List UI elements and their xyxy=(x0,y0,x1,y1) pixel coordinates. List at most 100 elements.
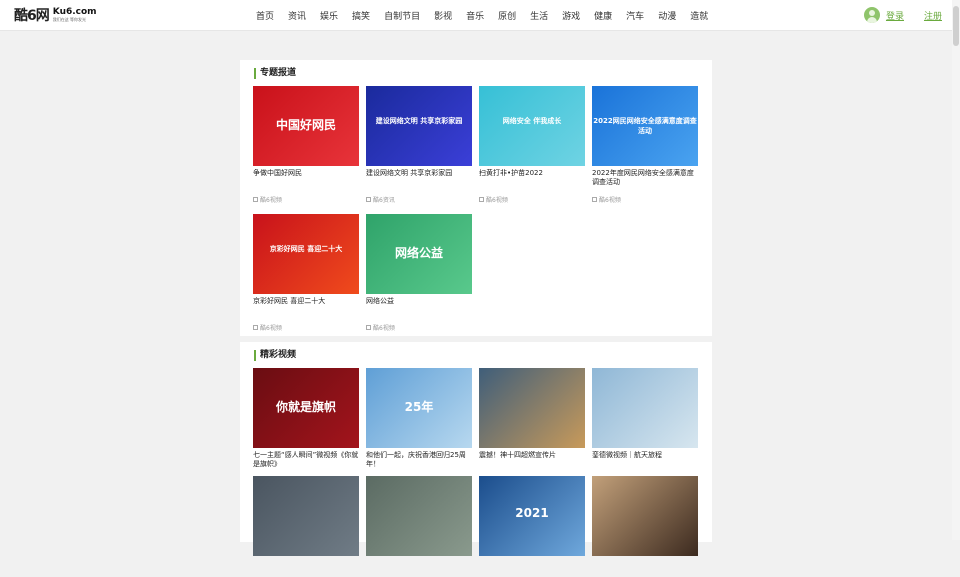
videos-panel: 精彩视频 你就是旗帜七一主题“感人瞬间”微视频《你就是旗帜》ku625年和他们一… xyxy=(240,342,712,556)
section-title-videos: 精彩视频 xyxy=(254,350,296,361)
topics-card[interactable]: 网络公益 网络公益 酷6视频 xyxy=(366,214,472,332)
thumbnail-caption: 2021 xyxy=(515,506,549,520)
card-meta: 酷6视频 xyxy=(253,195,282,204)
videos-card[interactable]: 你就是旗帜七一主题“感人瞬间”微视频《你就是旗帜》ku6 xyxy=(253,368,359,484)
card-title[interactable]: 七一主题“感人瞬间”微视频《你就是旗帜》 xyxy=(253,451,359,469)
nav-item[interactable]: 音乐 xyxy=(466,9,484,22)
logo-domain: Ku6.com xyxy=(52,7,97,17)
nav-item[interactable]: 汽车 xyxy=(626,9,644,22)
card-meta: 酷6视频 xyxy=(592,195,621,204)
logo-text: Ku6.com 我们在这 等你发光 xyxy=(53,8,97,22)
thumbnail-caption: 你就是旗帜 xyxy=(275,400,336,414)
thumbnail-caption: 25年 xyxy=(404,400,434,414)
login-link[interactable]: 登录 xyxy=(886,9,904,22)
topics-card[interactable]: 2022网民网络安全感满意度调查活动 2022年度网民网络安全感满意度调查活动酷6… xyxy=(592,86,698,204)
thumbnail-image[interactable]: 2022网民网络安全感满意度调查活动 xyxy=(592,86,698,166)
topics-card[interactable]: 建设网络文明 共享京彩家园 建设网络文明 共享京彩家园 酷6资讯 xyxy=(366,86,472,204)
main-nav: 首页 资讯 娱乐 搞笑 自制节目 影视 音乐 原创 生活 游戏 健康 汽车 动漫 造就 xyxy=(256,0,722,30)
nav-item[interactable]: 自制节目 xyxy=(384,9,420,22)
thumbnail-image[interactable]: 你就是旗帜 xyxy=(253,368,359,448)
play-count-icon xyxy=(479,197,484,202)
thumbnail-image[interactable]: 中国好网民 xyxy=(253,86,359,166)
card-title[interactable]: 和他们一起，庆祝香港回归25周年！ xyxy=(366,451,472,469)
card-title[interactable]: 2022年度网民网络安全感满意度调查活动 xyxy=(592,169,698,187)
card-meta-text: 酷6视频 xyxy=(599,197,621,204)
topics-card[interactable]: 网络安全 伴我成长扫黄打非•护苗2022 酷6视频 xyxy=(479,86,585,204)
site-logo[interactable]: 酷6网 Ku6.com 我们在这 等你发光 xyxy=(14,6,97,25)
top-navigation-bar: 酷6网 Ku6.com 我们在这 等你发光 首页 资讯 娱乐 搞笑 自制节目 影视 音乐 原创… xyxy=(0,0,960,31)
nav-item[interactable]: 资讯 xyxy=(288,9,306,22)
card-title[interactable]: 网络公益 xyxy=(366,297,472,315)
play-count-icon xyxy=(253,325,258,330)
nav-item[interactable]: 搞笑 xyxy=(352,9,370,22)
card-meta-text: 酷6视频 xyxy=(260,197,282,204)
play-count-icon xyxy=(592,197,597,202)
card-meta-text: 酷6资讯 xyxy=(373,197,395,204)
nav-item[interactable]: 原创 xyxy=(498,9,516,22)
videos-card[interactable] xyxy=(366,476,472,577)
section-title-topics: 专题报道 xyxy=(254,68,296,79)
card-title[interactable] xyxy=(253,559,359,577)
card-title[interactable]: 争做中国好网民 xyxy=(253,169,359,187)
thumbnail-caption: 建设网络文明 共享京彩家园 xyxy=(375,117,463,125)
card-title[interactable]: 震撼！神十四超燃宣传片 xyxy=(479,451,585,469)
logo-mark: 酷6网 xyxy=(14,8,50,24)
thumbnail-image[interactable]: 网络安全 伴我成长 xyxy=(479,86,585,166)
thumbnail-image[interactable] xyxy=(592,476,698,556)
nav-item[interactable]: 动漫 xyxy=(658,9,676,22)
card-title[interactable]: 建设网络文明 共享京彩家园 xyxy=(366,169,472,187)
thumbnail-image[interactable] xyxy=(592,368,698,448)
play-count-icon xyxy=(366,325,371,330)
play-count-icon xyxy=(366,197,371,202)
topics-card[interactable]: 中国好网民争做中国好网民酷6视频 xyxy=(253,86,359,204)
nav-item[interactable]: 影视 xyxy=(434,9,452,22)
thumbnail-image[interactable]: 25年 xyxy=(366,368,472,448)
nav-item[interactable]: 生活 xyxy=(530,9,548,22)
nav-item[interactable]: 首页 xyxy=(256,9,274,22)
card-meta: 酷6资讯 xyxy=(366,195,395,204)
nav-item[interactable]: 健康 xyxy=(594,9,612,22)
user-area: 登录 注册 xyxy=(863,0,942,30)
videos-card[interactable]: 震撼！神十四超燃宣传片ku6 xyxy=(479,368,585,484)
thumbnail-caption: 网络安全 伴我成长 xyxy=(502,117,562,125)
register-link[interactable]: 注册 xyxy=(924,9,942,22)
nav-item[interactable]: 娱乐 xyxy=(320,9,338,22)
card-meta: 酷6视频 xyxy=(366,323,395,332)
thumbnail-image[interactable]: 京彩好网民 喜迎二十大 xyxy=(253,214,359,294)
play-count-icon xyxy=(253,197,258,202)
logo-slogan: 我们在这 等你发光 xyxy=(52,17,87,22)
card-meta-text: 酷6视频 xyxy=(486,197,508,204)
thumbnail-image[interactable] xyxy=(366,476,472,556)
topics-card[interactable]: 京彩好网民 喜迎二十大 京彩好网民 喜迎二十大 酷6视频 xyxy=(253,214,359,332)
thumbnail-image[interactable]: 建设网络文明 共享京彩家园 xyxy=(366,86,472,166)
thumbnail-caption: 2022网民网络安全感满意度调查活动 xyxy=(593,117,697,135)
videos-card[interactable]: 銮德微视频｜航天旅程ku6 xyxy=(592,368,698,484)
thumbnail-caption: 京彩好网民 喜迎二十大 xyxy=(269,245,343,253)
card-meta-text: 酷6视频 xyxy=(260,325,282,332)
thumbnail-image[interactable]: 网络公益 xyxy=(366,214,472,294)
videos-card[interactable] xyxy=(253,476,359,577)
thumbnail-image[interactable] xyxy=(479,368,585,448)
thumbnail-image[interactable]: 2021 xyxy=(479,476,585,556)
scrollbar[interactable] xyxy=(952,0,960,540)
card-title[interactable]: 銮德微视频｜航天旅程 xyxy=(592,451,698,469)
card-title[interactable] xyxy=(366,559,472,577)
card-meta: 酷6视频 xyxy=(253,323,282,332)
thumbnail-caption: 中国好网民 xyxy=(275,118,336,132)
card-meta: 酷6视频 xyxy=(479,195,508,204)
topics-panel: 专题报道 中国好网民 争做中国好网民 酷6视频 建设网络文明 共享京彩家园 建设网络文明… xyxy=(240,60,712,336)
thumbnail-caption: 网络公益 xyxy=(394,246,443,260)
card-title[interactable] xyxy=(479,559,585,577)
card-title[interactable] xyxy=(592,559,698,577)
videos-card[interactable] xyxy=(592,476,698,577)
thumbnail-image[interactable] xyxy=(253,476,359,556)
videos-card[interactable]: 2021 xyxy=(479,476,585,577)
avatar-icon[interactable] xyxy=(863,7,880,23)
card-meta-text: 酷6视频 xyxy=(373,325,395,332)
videos-card[interactable]: 25年和他们一起，庆祝香港回归25周年！ku6 xyxy=(366,368,472,484)
nav-item[interactable]: 游戏 xyxy=(562,9,580,22)
nav-item[interactable]: 造就 xyxy=(690,9,708,22)
card-title[interactable]: 扫黄打非•护苗2022 xyxy=(479,169,585,187)
scrollbar-thumb[interactable] xyxy=(953,6,959,46)
card-title[interactable]: 京彩好网民 喜迎二十大 xyxy=(253,297,359,315)
